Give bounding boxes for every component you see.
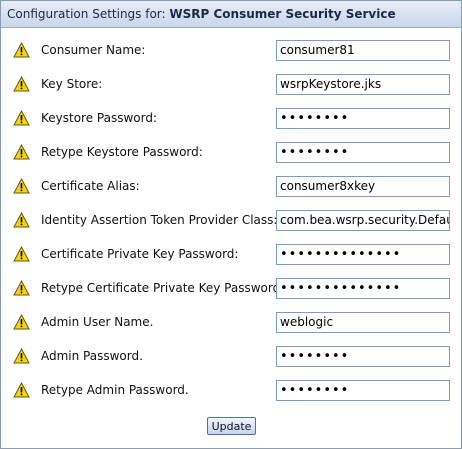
row-identity-assertion-class: Identity Assertion Token Provider Class:… [1, 209, 461, 233]
warning-icon [13, 280, 30, 296]
warning-icon [13, 178, 30, 194]
row-cert-private-key-password: Certificate Private Key Password: ••••••… [1, 243, 461, 267]
consumer-name-input[interactable]: consumer81 [276, 40, 450, 61]
warning-icon [13, 76, 30, 92]
update-button[interactable]: Update [207, 417, 256, 435]
header-prefix: Configuration Settings for: [7, 7, 166, 21]
certificate-alias-input[interactable]: consumer8xkey [276, 176, 450, 197]
warning-icon [13, 144, 30, 160]
row-key-store: Key Store: wsrpKeystore.jks [1, 73, 461, 97]
warning-icon [13, 314, 30, 330]
identity-assertion-class-input[interactable]: com.bea.wsrp.security.DefaultI [276, 210, 450, 231]
warning-icon [13, 42, 30, 58]
row-admin-password: Admin Password. •••••••• [1, 345, 461, 369]
retype-admin-password-input[interactable]: •••••••• [276, 380, 450, 401]
retype-cert-private-key-password-input[interactable]: •••••••••••••• [276, 278, 450, 299]
row-keystore-password: Keystore Password: •••••••• [1, 107, 461, 131]
retype-keystore-password-label: Retype Keystore Password: [41, 145, 203, 159]
config-panel: Configuration Settings for: WSRP Consume… [0, 0, 462, 449]
row-retype-admin-password: Retype Admin Password. •••••••• [1, 379, 461, 403]
retype-admin-password-label: Retype Admin Password. [41, 383, 189, 397]
row-certificate-alias: Certificate Alias: consumer8xkey [1, 175, 461, 199]
admin-user-name-input[interactable]: weblogic [276, 312, 450, 333]
admin-user-name-label: Admin User Name. [41, 315, 154, 329]
admin-password-label: Admin Password. [41, 349, 143, 363]
warning-icon [13, 382, 30, 398]
admin-password-input[interactable]: •••••••• [276, 346, 450, 367]
cert-private-key-password-label: Certificate Private Key Password: [41, 247, 239, 261]
consumer-name-label: Consumer Name: [41, 43, 146, 57]
warning-icon [13, 348, 30, 364]
panel-header: Configuration Settings for: WSRP Consume… [1, 1, 461, 28]
key-store-input[interactable]: wsrpKeystore.jks [276, 74, 450, 95]
service-name: WSRP Consumer Security Service [169, 7, 396, 21]
warning-icon [13, 110, 30, 126]
keystore-password-input[interactable]: •••••••• [276, 108, 450, 129]
keystore-password-label: Keystore Password: [41, 111, 158, 125]
certificate-alias-label: Certificate Alias: [41, 179, 140, 193]
row-retype-cert-private-key-password: Retype Certificate Private Key Password:… [1, 277, 461, 301]
row-admin-user-name: Admin User Name. weblogic [1, 311, 461, 335]
cert-private-key-password-input[interactable]: •••••••••••••• [276, 244, 450, 265]
retype-cert-private-key-password-label: Retype Certificate Private Key Password: [41, 281, 285, 295]
retype-keystore-password-input[interactable]: •••••••• [276, 142, 450, 163]
row-consumer-name: Consumer Name: consumer81 [1, 39, 461, 63]
identity-assertion-class-label: Identity Assertion Token Provider Class: [41, 213, 278, 227]
row-retype-keystore-password: Retype Keystore Password: •••••••• [1, 141, 461, 165]
warning-icon [13, 212, 30, 228]
key-store-label: Key Store: [41, 77, 103, 91]
warning-icon [13, 246, 30, 262]
